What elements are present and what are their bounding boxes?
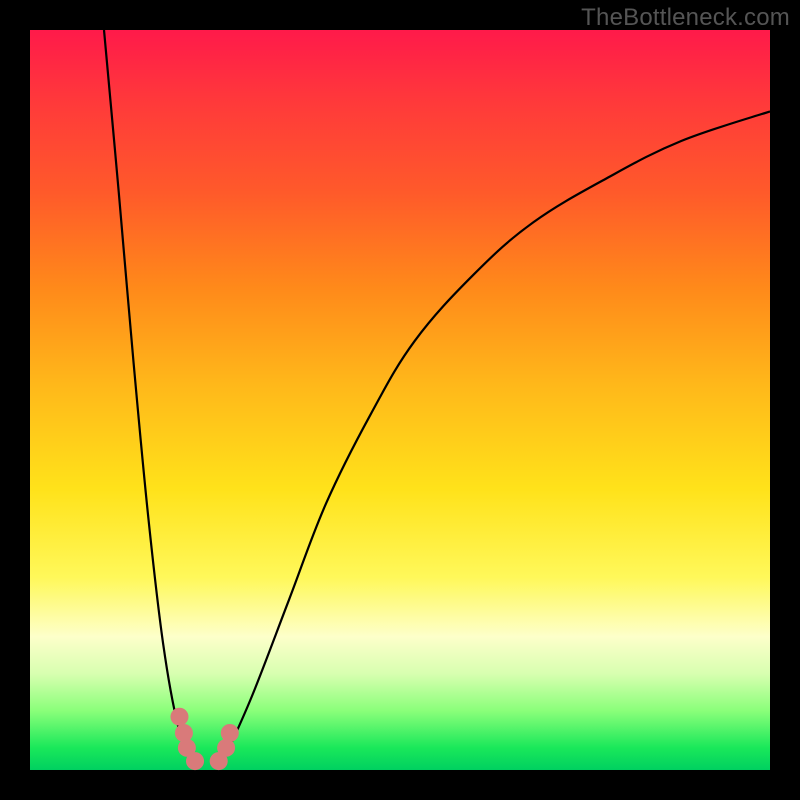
- curves-group: [104, 30, 770, 763]
- watermark-text: TheBottleneck.com: [581, 4, 790, 32]
- data-marker: [221, 724, 239, 742]
- data-marker: [170, 708, 188, 726]
- chart-frame: TheBottleneck.com: [0, 0, 800, 800]
- curve-layer: [30, 30, 770, 770]
- data-marker: [186, 752, 204, 770]
- plot-area: [30, 30, 770, 770]
- curve-left-branch: [104, 30, 193, 763]
- data-marker: [175, 724, 193, 742]
- curve-right-branch: [222, 111, 770, 762]
- markers-group: [170, 708, 238, 770]
